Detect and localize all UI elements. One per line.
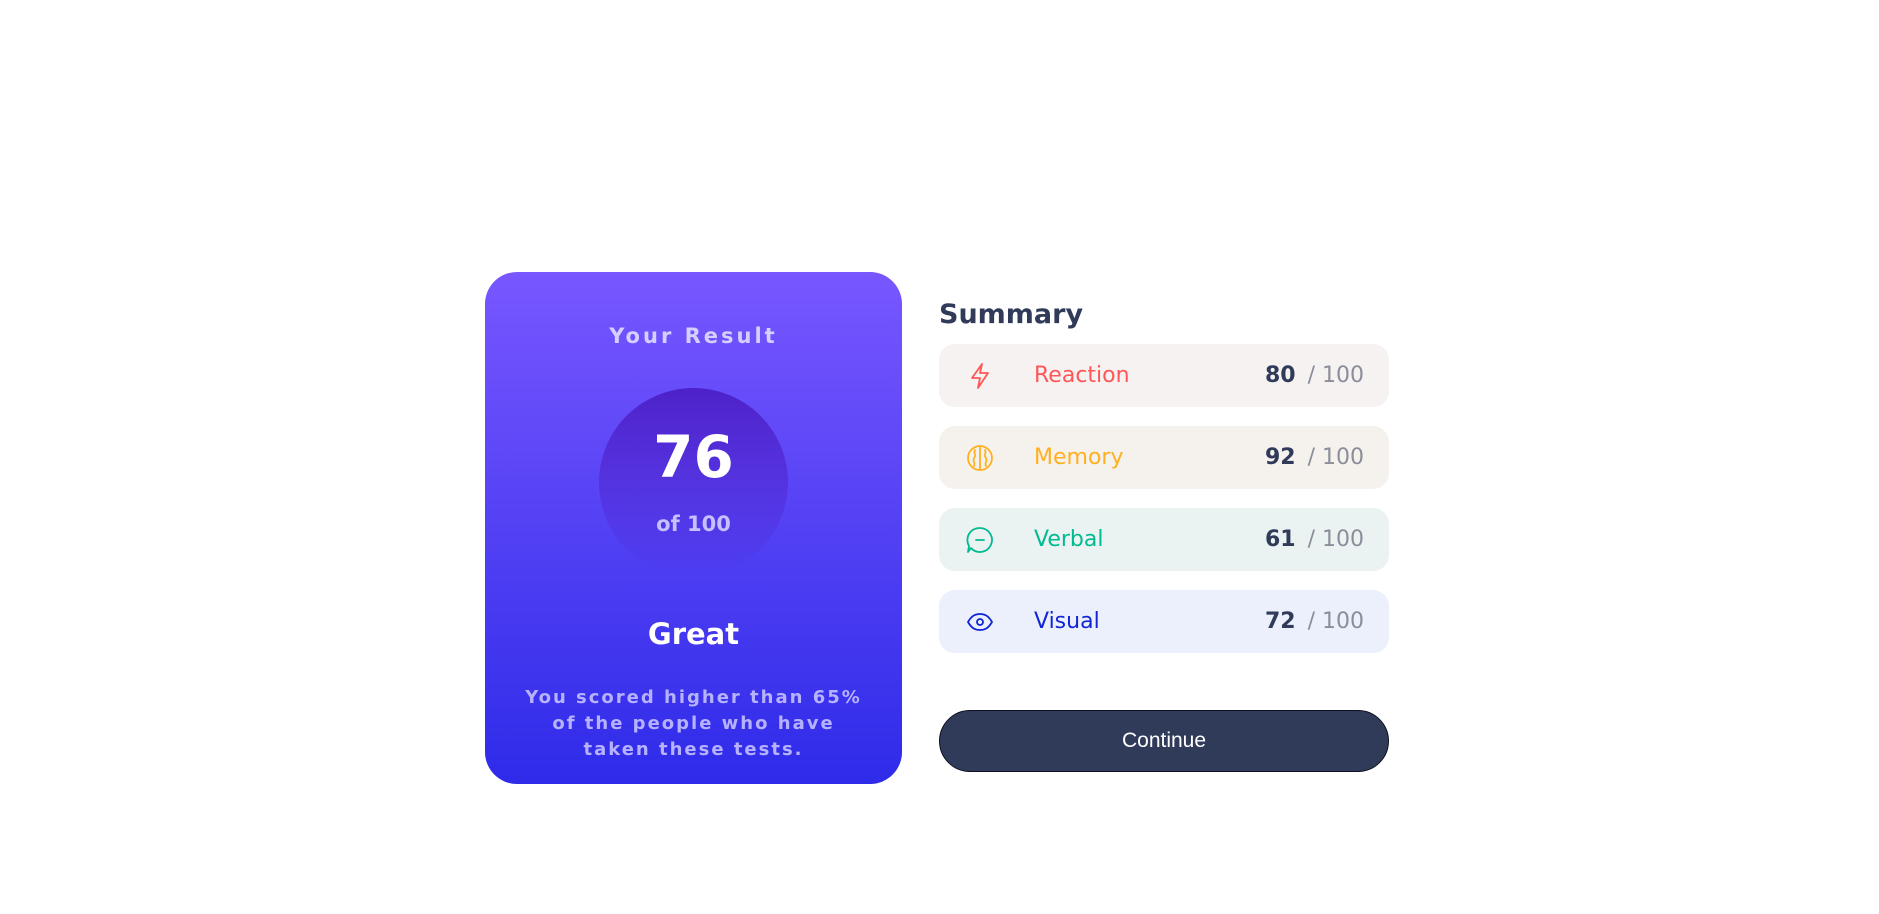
summary-item-max: / 100 [1307,527,1364,552]
score-value: 76 [653,423,734,491]
summary-item-label: Memory [1034,445,1124,470]
summary-panel: Summary Reaction 80 / 100 Memory 92 / 10… [939,272,1389,672]
continue-button[interactable]: Continue [939,710,1389,772]
summary-item-max: / 100 [1307,363,1364,388]
lightning-icon [966,362,994,390]
summary-title: Summary [939,299,1084,330]
summary-item-reaction: Reaction 80 / 100 [939,344,1389,407]
summary-item-label: Verbal [1034,527,1104,552]
summary-item-label: Visual [1034,609,1100,634]
eye-icon [966,608,994,636]
score-total: of 100 [656,512,731,536]
summary-item-max: / 100 [1307,609,1364,634]
summary-item-verbal: Verbal 61 / 100 [939,508,1389,571]
score-circle: 76 of 100 [599,388,788,577]
brain-icon [966,444,994,472]
summary-item-score: 61 [1264,527,1296,552]
summary-item-score: 80 [1264,363,1296,388]
result-heading: Your Result [609,324,778,348]
summary-item-score: 72 [1264,609,1296,634]
result-rating: Great [647,617,740,651]
chat-bubble-icon [966,526,994,554]
result-description: You scored higher than 65% of the people… [525,687,862,760]
summary-item-score: 92 [1264,445,1296,470]
summary-item-memory: Memory 92 / 100 [939,426,1389,489]
summary-list: Reaction 80 / 100 Memory 92 / 100 Verbal… [939,344,1389,653]
summary-item-max: / 100 [1307,445,1364,470]
summary-item-visual: Visual 72 / 100 [939,590,1389,653]
result-card: Your Result 76 of 100 Great You scored h… [485,272,902,784]
summary-item-label: Reaction [1034,363,1130,388]
